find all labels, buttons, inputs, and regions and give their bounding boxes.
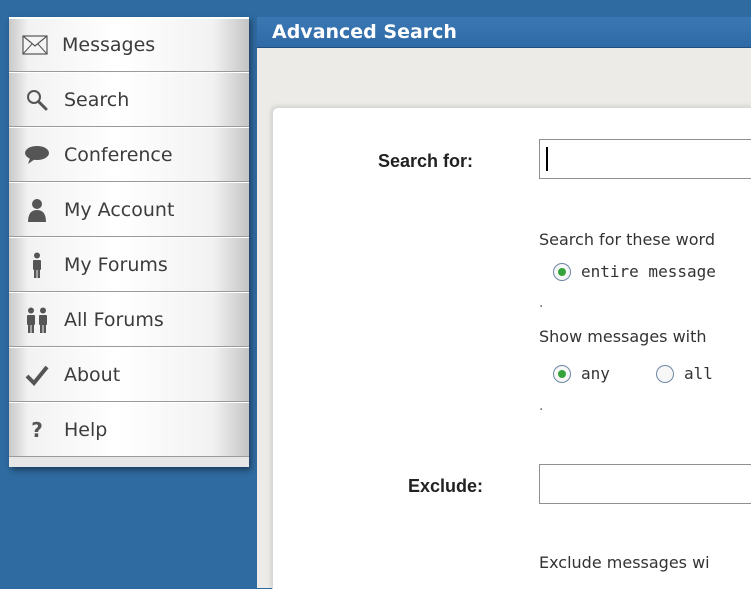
envelope-icon	[22, 32, 48, 58]
separator-dot: .	[539, 398, 544, 414]
radio-selected[interactable]	[553, 364, 571, 383]
person-icon	[24, 252, 50, 278]
sidebar-item-label: Messages	[62, 34, 156, 56]
sidebar-item-label: All Forums	[64, 308, 164, 331]
user-icon	[24, 197, 50, 223]
radio-selected[interactable]	[553, 262, 571, 281]
search-form: Search for: Search for these word entire…	[272, 107, 751, 589]
text-caret	[546, 147, 548, 171]
search-input[interactable]	[539, 139, 751, 179]
checkmark-icon	[24, 362, 50, 388]
match-option-any[interactable]: any	[553, 364, 610, 383]
sidebar-item-my-forums[interactable]: My Forums	[9, 237, 249, 292]
match-option-label: all	[684, 364, 713, 383]
sidebar-item-my-account[interactable]: My Account	[9, 182, 249, 237]
separator-dot: .	[539, 295, 544, 311]
sidebar-item-label: Conference	[64, 143, 173, 166]
sidebar-item-search[interactable]: Search	[9, 72, 249, 127]
match-option-all[interactable]: all	[656, 364, 713, 383]
search-for-label: Search for:	[378, 151, 474, 171]
exclude-messages-text: Exclude messages wi	[539, 553, 710, 572]
sidebar-nav: Messages Search Conference My Account My…	[9, 17, 249, 467]
people-icon	[24, 307, 50, 333]
exclude-label: Exclude:	[408, 476, 484, 496]
sidebar-item-label: About	[64, 363, 121, 386]
search-icon	[24, 87, 50, 113]
speech-bubble-icon	[24, 142, 50, 168]
sidebar-item-label: Help	[64, 418, 108, 441]
sidebar-item-all-forums[interactable]: All Forums	[9, 292, 249, 347]
sidebar-item-conference[interactable]: Conference	[9, 127, 249, 182]
show-messages-text: Show messages with	[539, 327, 707, 346]
sidebar-item-label: My Forums	[64, 253, 168, 276]
sidebar-item-label: Search	[64, 88, 130, 111]
panel-title: Advanced Search	[257, 17, 751, 48]
advanced-search-panel: Advanced Search Search for: Search for t…	[257, 17, 751, 589]
sidebar-item-about[interactable]: About	[9, 347, 249, 402]
sidebar-item-label: My Account	[64, 198, 175, 221]
match-option-label: any	[581, 364, 610, 383]
scope-option-label: entire message	[581, 262, 716, 281]
scope-option-entire-message[interactable]: entire message	[553, 262, 716, 281]
search-scope-text: Search for these word	[539, 230, 715, 249]
sidebar-item-messages[interactable]: Messages	[9, 17, 249, 72]
question-icon: ?	[31, 417, 43, 442]
radio-unselected[interactable]	[656, 364, 674, 383]
sidebar-item-help[interactable]: ? Help	[9, 402, 249, 457]
exclude-input[interactable]	[539, 464, 751, 504]
